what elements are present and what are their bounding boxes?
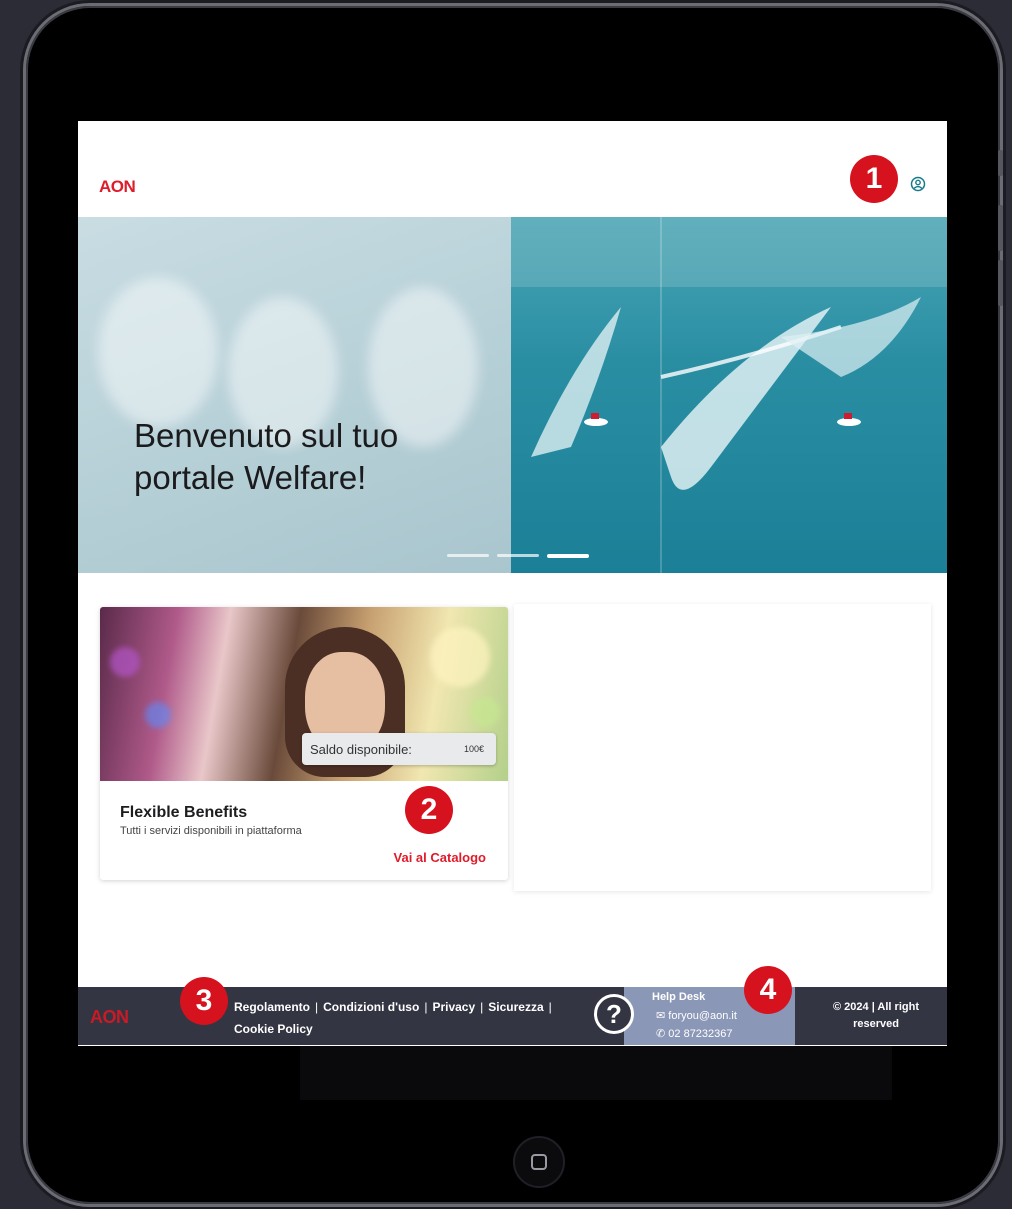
empty-card: [514, 604, 931, 891]
side-button: [998, 150, 1003, 176]
footer-link-sicurezza[interactable]: Sicurezza: [488, 1000, 543, 1014]
hero-sky-image: [78, 217, 511, 573]
footer-link-privacy[interactable]: Privacy: [432, 1000, 475, 1014]
helpdesk-phone-text[interactable]: 02 87232367: [668, 1028, 732, 1040]
annotation-badge-4: 4: [744, 966, 792, 1014]
footer-aon-logo: AON: [90, 1007, 129, 1027]
envelope-icon: ✉: [656, 1010, 666, 1022]
hero-surfer-image: [511, 217, 947, 573]
helpdesk-email-text[interactable]: foryou@aon.it: [668, 1010, 737, 1022]
saldo-value: 100€: [463, 744, 484, 754]
catalog-link[interactable]: Vai al Catalogo: [394, 850, 486, 865]
helpdesk-email[interactable]: ✉ foryou@aon.it: [656, 1009, 737, 1022]
saldo-label: Saldo disponibile:: [310, 741, 412, 757]
top-bar: AON: [78, 121, 947, 217]
footer-links: Regolamento | Condizioni d'uso | Privacy | Sic…: [234, 1000, 552, 1036]
annotation-badge-3: 3: [180, 977, 228, 1025]
screen-shadow: [300, 1045, 892, 1100]
helpdesk-phone[interactable]: ✆ 02 87232367: [656, 1027, 733, 1040]
screen: AON Benvenuto sul tuo portale Welfare! S…: [78, 121, 947, 1046]
carousel-dots: [447, 554, 589, 558]
carousel-dot[interactable]: [497, 554, 539, 557]
saldo-badge: Saldo disponibile: 100€: [302, 733, 496, 765]
footer-link-cookie-policy[interactable]: Cookie Policy: [234, 1022, 313, 1036]
flexible-benefits-card[interactable]: Saldo disponibile: 100€ Flexible Benefit…: [100, 607, 508, 880]
annotation-badge-2: 2: [405, 786, 453, 834]
aon-logo[interactable]: AON: [99, 177, 136, 197]
home-button[interactable]: [513, 1136, 565, 1188]
card-title: Flexible Benefits: [120, 804, 248, 821]
volume-down-button: [998, 260, 1003, 306]
question-circle-icon: ?: [594, 994, 634, 1034]
home-square-icon: [531, 1154, 547, 1170]
helpdesk-title: Help Desk: [652, 991, 706, 1003]
card-subtitle: Tutti i servizi disponibili in piattafor…: [120, 825, 302, 837]
carousel-dot-active[interactable]: [547, 554, 589, 558]
phone-icon: ✆: [656, 1028, 666, 1040]
card-image: Saldo disponibile: 100€: [100, 607, 508, 781]
hero-carousel[interactable]: Benvenuto sul tuo portale Welfare!: [78, 217, 947, 573]
footer-link-condizioni[interactable]: Condizioni d'uso: [323, 1000, 419, 1014]
annotation-badge-1: 1: [850, 155, 898, 203]
copyright: © 2024 | All right reserved: [833, 1001, 919, 1030]
carousel-dot[interactable]: [447, 554, 489, 557]
hero-title: Benvenuto sul tuo portale Welfare!: [134, 417, 399, 496]
volume-up-button: [998, 205, 1003, 251]
user-circle-icon[interactable]: [910, 176, 926, 192]
footer-link-regolamento[interactable]: Regolamento: [234, 1000, 310, 1014]
